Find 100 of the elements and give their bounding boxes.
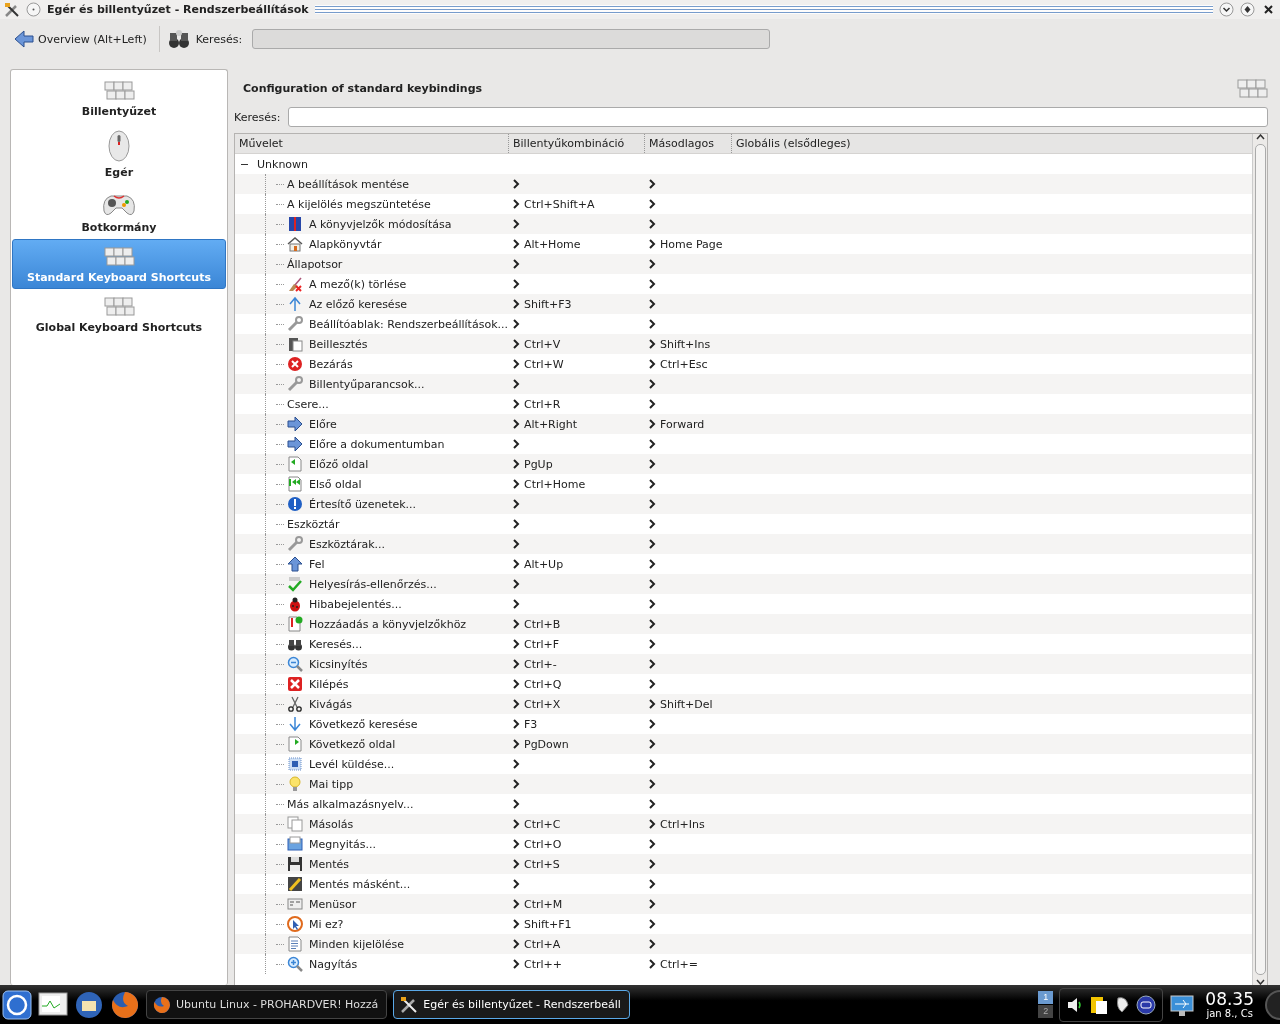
shortcut-button[interactable]: [648, 479, 656, 489]
system-monitor-icon[interactable]: [38, 991, 68, 1018]
shortcut-button[interactable]: [512, 679, 520, 689]
collapse-toggle[interactable]: [241, 161, 248, 168]
shortcut-button[interactable]: [648, 659, 656, 669]
shortcut-button[interactable]: [512, 519, 520, 529]
sidebar-item[interactable]: Billentyűzet: [12, 73, 226, 123]
clipboard-icon[interactable]: [1090, 994, 1109, 1015]
shortcut-button[interactable]: [648, 519, 656, 529]
shortcut-button[interactable]: [512, 779, 520, 789]
shortcut-button[interactable]: [648, 199, 656, 209]
browser-icon[interactable]: [110, 989, 140, 1020]
shortcut-button[interactable]: [648, 419, 656, 429]
desktop-button[interactable]: 2: [1038, 1005, 1054, 1018]
shortcut-button[interactable]: [512, 199, 520, 209]
pin-button[interactable]: [26, 2, 41, 17]
shortcut-button[interactable]: [648, 639, 656, 649]
shortcut-button[interactable]: [648, 279, 656, 289]
shortcut-button[interactable]: [512, 259, 520, 269]
shortcut-button[interactable]: [648, 759, 656, 769]
scrollbar[interactable]: [1252, 134, 1267, 985]
shortcut-button[interactable]: [512, 399, 520, 409]
sidebar-item[interactable]: Botkormány: [12, 184, 226, 239]
minimize-button[interactable]: [1219, 2, 1234, 17]
shortcut-button[interactable]: [648, 879, 656, 889]
shortcut-button[interactable]: [648, 819, 656, 829]
shortcut-button[interactable]: [512, 739, 520, 749]
shortcut-button[interactable]: [648, 379, 656, 389]
shortcut-button[interactable]: [648, 719, 656, 729]
shortcut-button[interactable]: [512, 219, 520, 229]
shortcut-button[interactable]: [648, 499, 656, 509]
shortcut-button[interactable]: [512, 239, 520, 249]
shortcut-button[interactable]: [512, 359, 520, 369]
column-header[interactable]: Művelet: [235, 134, 508, 153]
shortcut-button[interactable]: [512, 879, 520, 889]
shortcut-button[interactable]: [512, 479, 520, 489]
search-field[interactable]: [252, 29, 771, 49]
shortcut-button[interactable]: [648, 859, 656, 869]
shortcut-button[interactable]: [648, 799, 656, 809]
shortcut-button[interactable]: [512, 599, 520, 609]
shortcut-button[interactable]: [648, 219, 656, 229]
shortcut-button[interactable]: [512, 319, 520, 329]
search-field[interactable]: [288, 107, 1268, 127]
maximize-button[interactable]: [1240, 2, 1255, 17]
shortcut-button[interactable]: [512, 819, 520, 829]
shortcut-button[interactable]: [648, 539, 656, 549]
shortcut-button[interactable]: [512, 619, 520, 629]
shortcut-button[interactable]: [512, 699, 520, 709]
shortcut-button[interactable]: [512, 839, 520, 849]
shortcut-button[interactable]: [648, 599, 656, 609]
shortcut-button[interactable]: [648, 699, 656, 709]
shortcut-button[interactable]: [648, 239, 656, 249]
shortcut-button[interactable]: [648, 739, 656, 749]
shortcut-button[interactable]: [648, 839, 656, 849]
sidebar-item[interactable]: Egér: [12, 123, 226, 184]
shortcut-button[interactable]: [648, 399, 656, 409]
shortcut-button[interactable]: [512, 539, 520, 549]
shortcut-button[interactable]: [512, 939, 520, 949]
shortcut-button[interactable]: [512, 499, 520, 509]
shortcut-button[interactable]: [512, 899, 520, 909]
shortcut-button[interactable]: [648, 319, 656, 329]
shortcut-button[interactable]: [512, 919, 520, 929]
shortcut-button[interactable]: [512, 959, 520, 969]
shortcut-button[interactable]: [648, 779, 656, 789]
shortcut-button[interactable]: [648, 339, 656, 349]
shortcut-button[interactable]: [512, 299, 520, 309]
shortcut-button[interactable]: [648, 619, 656, 629]
shortcut-button[interactable]: [512, 379, 520, 389]
shortcut-button[interactable]: [512, 579, 520, 589]
shortcut-button[interactable]: [512, 179, 520, 189]
shortcut-button[interactable]: [512, 659, 520, 669]
shortcut-button[interactable]: [648, 899, 656, 909]
shortcut-button[interactable]: [648, 919, 656, 929]
shortcut-button[interactable]: [648, 679, 656, 689]
shortcut-button[interactable]: [648, 259, 656, 269]
taskbar-button[interactable]: Ubuntu Linux - PROHARDVER! Hozzá: [146, 990, 388, 1019]
shortcut-button[interactable]: [512, 719, 520, 729]
column-header[interactable]: Másodlagos: [644, 134, 731, 153]
shortcut-button[interactable]: [648, 459, 656, 469]
shortcut-button[interactable]: [648, 579, 656, 589]
shortcut-button[interactable]: [512, 759, 520, 769]
shortcut-button[interactable]: [512, 799, 520, 809]
shortcut-button[interactable]: [648, 939, 656, 949]
shortcut-button[interactable]: [512, 459, 520, 469]
sidebar-item[interactable]: Global Keyboard Shortcuts: [12, 289, 226, 339]
back-button[interactable]: Overview (Alt+Left): [10, 28, 151, 50]
shortcut-button[interactable]: [512, 279, 520, 289]
shortcut-button[interactable]: [512, 859, 520, 869]
shortcut-button[interactable]: [512, 559, 520, 569]
shortcut-button[interactable]: [648, 179, 656, 189]
shortcut-button[interactable]: [648, 359, 656, 369]
shortcut-button[interactable]: [512, 639, 520, 649]
shortcut-button[interactable]: [648, 439, 656, 449]
column-header[interactable]: Billentyűkombináció: [508, 134, 644, 153]
shortcut-button[interactable]: [648, 959, 656, 969]
shortcut-button[interactable]: [648, 559, 656, 569]
shortcut-button[interactable]: [512, 419, 520, 429]
taskbar-button[interactable]: Egér és billentyűzet - Rendszerbeáll: [393, 990, 630, 1019]
shortcut-button[interactable]: [512, 339, 520, 349]
shortcut-button[interactable]: [648, 299, 656, 309]
